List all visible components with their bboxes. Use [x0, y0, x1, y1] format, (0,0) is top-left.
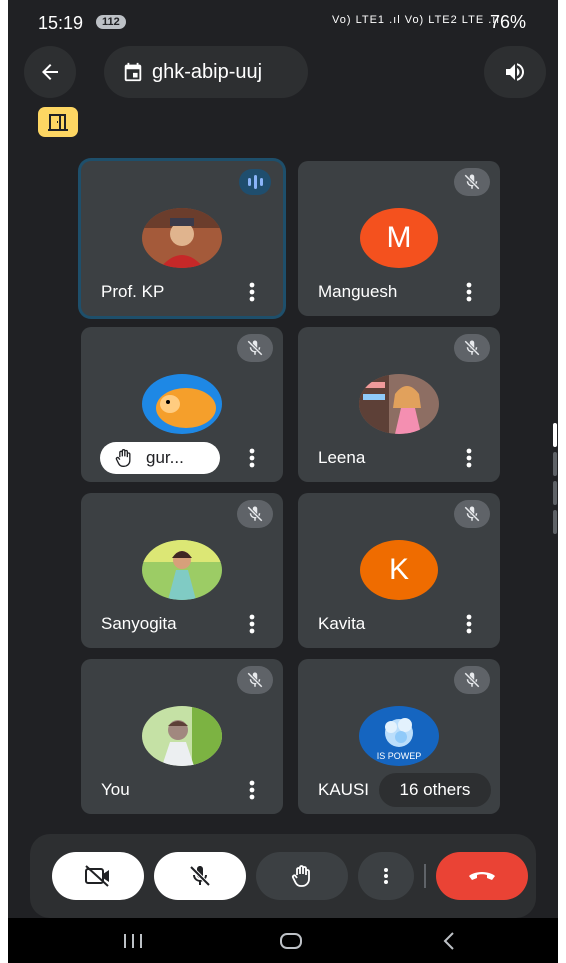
avatar-text: IS POWEP — [376, 751, 422, 761]
participant-tile[interactable]: K Kavita — [298, 493, 500, 648]
more-vert-icon — [249, 614, 255, 634]
participant-name: Sanyogita — [101, 614, 177, 633]
more-vert-icon — [466, 614, 472, 634]
participant-tile[interactable]: You — [81, 659, 283, 814]
more-options-button[interactable] — [358, 852, 414, 900]
end-call-button[interactable] — [436, 852, 528, 900]
meeting-info-button[interactable]: ghk-abip-uuj — [104, 46, 308, 98]
chevron-left-icon — [443, 932, 454, 950]
mic-off-icon — [237, 334, 273, 362]
speaking-icon — [239, 169, 271, 195]
participant-name: Prof. KP — [101, 282, 165, 301]
avatar-initial: K — [360, 540, 438, 600]
raise-hand-button[interactable] — [256, 852, 348, 900]
divider — [424, 864, 426, 888]
avatar — [142, 706, 222, 766]
system-nav-bar — [8, 918, 558, 963]
recents-icon — [124, 934, 142, 948]
mic-off-icon — [189, 865, 211, 887]
more-vert-icon — [249, 282, 255, 302]
more-vert-icon — [466, 448, 472, 468]
home-button[interactable] — [271, 926, 311, 956]
breakout-room-button[interactable] — [38, 107, 78, 137]
home-icon — [280, 933, 302, 949]
more-vert-icon — [249, 448, 255, 468]
participant-name: Kavita — [318, 614, 366, 633]
raise-hand-icon — [291, 865, 310, 887]
meeting-code: ghk-abip-uuj — [152, 60, 263, 83]
back-nav-button[interactable] — [429, 926, 469, 956]
video-off-icon — [85, 865, 109, 887]
participant-name: gur... — [146, 448, 184, 467]
raise-hand-icon — [115, 449, 131, 467]
mic-off-icon — [237, 666, 273, 694]
avatar: IS POWEP — [359, 706, 439, 766]
more-options-button[interactable] — [243, 611, 261, 637]
mic-off-icon — [454, 666, 490, 694]
participant-name: You — [101, 780, 130, 799]
mic-off-icon — [454, 500, 490, 528]
participant-tile[interactable]: M Manguesh — [298, 161, 500, 316]
participant-tile[interactable]: Prof. KP — [81, 161, 283, 316]
more-options-button[interactable] — [243, 279, 261, 305]
end-call-icon — [469, 872, 495, 880]
more-options-button[interactable] — [460, 279, 478, 305]
mic-off-icon — [454, 168, 490, 196]
status-bar: 15:19 112 Vo) LTE1 .ıl Vo) LTE2 LTE .ıl … — [8, 0, 558, 44]
breakout-room-icon — [48, 114, 68, 131]
avatar-initial: M — [360, 208, 438, 268]
back-button[interactable] — [24, 46, 76, 98]
more-options-button[interactable] — [460, 445, 478, 471]
notification-count-badge: 112 — [96, 15, 126, 29]
participant-name: Leena — [318, 448, 366, 467]
avatar — [359, 374, 439, 434]
avatar — [142, 540, 222, 600]
camera-toggle-button[interactable] — [52, 852, 144, 900]
speaker-icon — [506, 63, 524, 81]
call-controls — [30, 834, 536, 918]
meet-screen: 15:19 112 Vo) LTE1 .ıl Vo) LTE2 LTE .ıl … — [8, 0, 558, 963]
network-status-icons: Vo) LTE1 .ıl Vo) LTE2 LTE .ıl — [332, 14, 500, 26]
more-vert-icon — [249, 780, 255, 800]
others-count-button[interactable]: 16 others — [379, 773, 491, 807]
avatar — [142, 374, 222, 434]
back-arrow-icon — [42, 64, 58, 80]
avatar — [142, 208, 222, 268]
more-options-button[interactable] — [243, 445, 261, 471]
mic-toggle-button[interactable] — [154, 852, 246, 900]
more-options-button[interactable] — [243, 777, 261, 803]
participant-tile[interactable]: Sanyogita — [81, 493, 283, 648]
status-time: 15:19 — [38, 13, 84, 33]
calendar-icon — [122, 61, 144, 83]
audio-output-button[interactable] — [484, 46, 546, 98]
participant-tile[interactable]: Leena — [298, 327, 500, 482]
participant-tile[interactable]: IS POWEP KAUSI 16 others — [298, 659, 500, 814]
participant-tile[interactable]: gur... — [81, 327, 283, 482]
recent-apps-button[interactable] — [113, 926, 153, 956]
battery-level: 76% — [490, 12, 527, 32]
mic-off-icon — [237, 500, 273, 528]
participant-name: Manguesh — [318, 282, 398, 301]
more-options-button[interactable] — [460, 611, 478, 637]
more-vert-icon — [466, 282, 472, 302]
more-vert-icon — [384, 868, 388, 884]
mic-off-icon — [454, 334, 490, 362]
participant-name: KAUSI — [318, 780, 370, 799]
raised-hand-label: gur... — [100, 442, 220, 474]
